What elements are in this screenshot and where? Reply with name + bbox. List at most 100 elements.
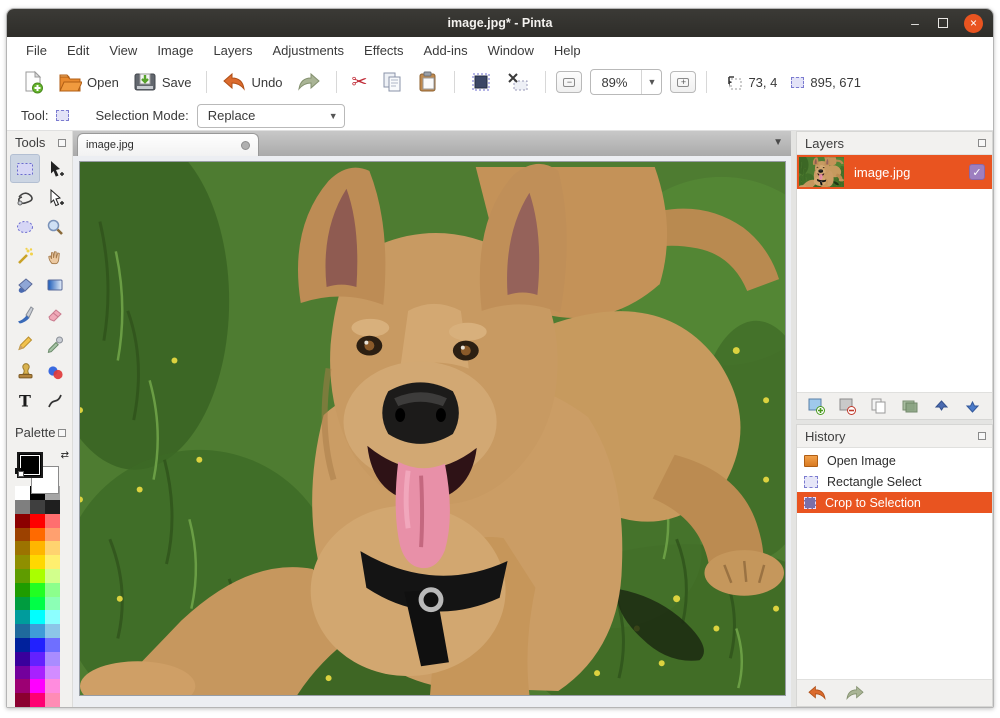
zoom-in-button[interactable]: + xyxy=(670,71,696,93)
palette-swatch[interactable] xyxy=(15,652,30,666)
history-item[interactable]: Crop to Selection xyxy=(797,492,992,513)
palette-swatch[interactable] xyxy=(45,514,60,528)
maximize-button[interactable] xyxy=(938,18,948,28)
new-image-button[interactable] xyxy=(17,67,49,97)
palette-swatch[interactable] xyxy=(45,528,60,542)
title-bar[interactable]: image.jpg* - Pinta – × xyxy=(7,9,993,37)
crop-to-selection-button[interactable] xyxy=(465,68,497,96)
palette-swatch[interactable] xyxy=(30,597,45,611)
menu-item-effects[interactable]: Effects xyxy=(355,40,413,61)
menu-item-addins[interactable]: Add-ins xyxy=(415,40,477,61)
reset-colors-icon[interactable] xyxy=(15,468,25,478)
paint-bucket-tool[interactable] xyxy=(10,270,40,299)
tab-list-chevron-icon[interactable]: ▼ xyxy=(773,137,783,148)
menu-item-layers[interactable]: Layers xyxy=(204,40,261,61)
magic-wand-tool[interactable] xyxy=(10,241,40,270)
palette-swatch[interactable] xyxy=(15,610,30,624)
palette-swatch[interactable] xyxy=(45,652,60,666)
palette-swatch[interactable] xyxy=(30,514,45,528)
color-picker-tool[interactable] xyxy=(40,328,70,357)
palette-swatch[interactable] xyxy=(15,666,30,680)
palette-swatch[interactable] xyxy=(45,597,60,611)
pencil-tool[interactable] xyxy=(10,328,40,357)
palette-swatch[interactable] xyxy=(15,693,30,707)
zoom-tool[interactable] xyxy=(40,212,70,241)
history-redo-button[interactable] xyxy=(845,685,865,701)
eraser-tool[interactable] xyxy=(40,299,70,328)
palette-swatch[interactable] xyxy=(45,541,60,555)
tools-panel-collapse-button[interactable] xyxy=(58,139,66,147)
layer-row[interactable]: image.jpg ✓ xyxy=(797,155,992,189)
move-selected-tool[interactable] xyxy=(40,183,70,212)
paste-button[interactable] xyxy=(412,68,444,96)
palette-swatch[interactable] xyxy=(30,583,45,597)
merge-layer-down-button[interactable] xyxy=(902,398,919,415)
palette-swatch[interactable] xyxy=(15,624,30,638)
color-selector[interactable]: ⇄ xyxy=(15,450,71,480)
move-selection-tool[interactable] xyxy=(40,154,70,183)
palette-swatch[interactable] xyxy=(30,528,45,542)
palette-swatch[interactable] xyxy=(15,583,30,597)
line-curve-tool[interactable] xyxy=(40,386,70,415)
palette-swatch[interactable] xyxy=(15,500,30,514)
tab-close-icon[interactable] xyxy=(241,141,250,150)
palette-swatch[interactable] xyxy=(30,610,45,624)
palette-swatch[interactable] xyxy=(45,555,60,569)
undo-button[interactable]: Undo xyxy=(217,69,287,95)
close-button[interactable]: × xyxy=(964,14,983,33)
paintbrush-tool[interactable] xyxy=(10,299,40,328)
move-layer-down-button[interactable] xyxy=(964,398,981,415)
add-layer-button[interactable] xyxy=(808,398,825,415)
gradient-tool[interactable] xyxy=(40,270,70,299)
canvas-image[interactable] xyxy=(79,161,786,696)
zoom-level-select[interactable]: 89% ▼ xyxy=(590,69,662,95)
save-button[interactable]: Save xyxy=(128,68,197,96)
menu-item-image[interactable]: Image xyxy=(148,40,202,61)
history-undo-button[interactable] xyxy=(807,685,827,701)
palette-swatch[interactable] xyxy=(15,679,30,693)
copy-button[interactable] xyxy=(376,68,408,96)
lasso-select-tool[interactable] xyxy=(10,183,40,212)
palette-swatch[interactable] xyxy=(45,569,60,583)
palette-swatch[interactable] xyxy=(15,555,30,569)
duplicate-layer-button[interactable] xyxy=(870,398,887,415)
palette-swatch[interactable] xyxy=(15,528,30,542)
palette-swatch[interactable] xyxy=(30,555,45,569)
deselect-button[interactable] xyxy=(501,68,535,96)
clone-stamp-tool[interactable] xyxy=(10,357,40,386)
palette-swatch[interactable] xyxy=(15,597,30,611)
palette-swatch[interactable] xyxy=(15,514,30,528)
menu-item-edit[interactable]: Edit xyxy=(58,40,98,61)
move-layer-up-button[interactable] xyxy=(933,398,950,415)
history-item[interactable]: Open Image xyxy=(797,450,992,471)
palette-swatch[interactable] xyxy=(30,666,45,680)
text-tool[interactable]: T xyxy=(10,386,40,415)
palette-swatch[interactable] xyxy=(30,541,45,555)
history-panel-collapse-button[interactable] xyxy=(978,432,986,440)
document-tab[interactable]: image.jpg xyxy=(77,133,259,156)
recolor-tool[interactable] xyxy=(40,357,70,386)
palette-swatch[interactable] xyxy=(45,638,60,652)
palette-swatch[interactable] xyxy=(45,693,60,707)
open-button[interactable]: Open xyxy=(53,68,124,96)
redo-button[interactable] xyxy=(292,69,326,95)
palette-swatch[interactable] xyxy=(30,693,45,707)
swap-colors-icon[interactable]: ⇄ xyxy=(61,450,69,461)
palette-swatch[interactable] xyxy=(45,679,60,693)
rectangle-select-tool[interactable] xyxy=(10,154,40,183)
delete-layer-button[interactable] xyxy=(839,398,856,415)
palette-swatch[interactable] xyxy=(30,569,45,583)
palette-swatch[interactable] xyxy=(15,569,30,583)
palette-swatch[interactable] xyxy=(30,638,45,652)
minimize-button[interactable]: – xyxy=(908,15,922,31)
menu-item-help[interactable]: Help xyxy=(545,40,590,61)
palette-swatch[interactable] xyxy=(45,624,60,638)
palette-swatch[interactable] xyxy=(30,500,45,514)
menu-item-view[interactable]: View xyxy=(100,40,146,61)
palette-swatch[interactable] xyxy=(15,541,30,555)
current-tool-icon[interactable] xyxy=(56,110,69,121)
palette-swatch[interactable] xyxy=(45,500,60,514)
ellipse-select-tool[interactable] xyxy=(10,212,40,241)
palette-swatch[interactable] xyxy=(30,652,45,666)
palette-swatch[interactable] xyxy=(45,610,60,624)
